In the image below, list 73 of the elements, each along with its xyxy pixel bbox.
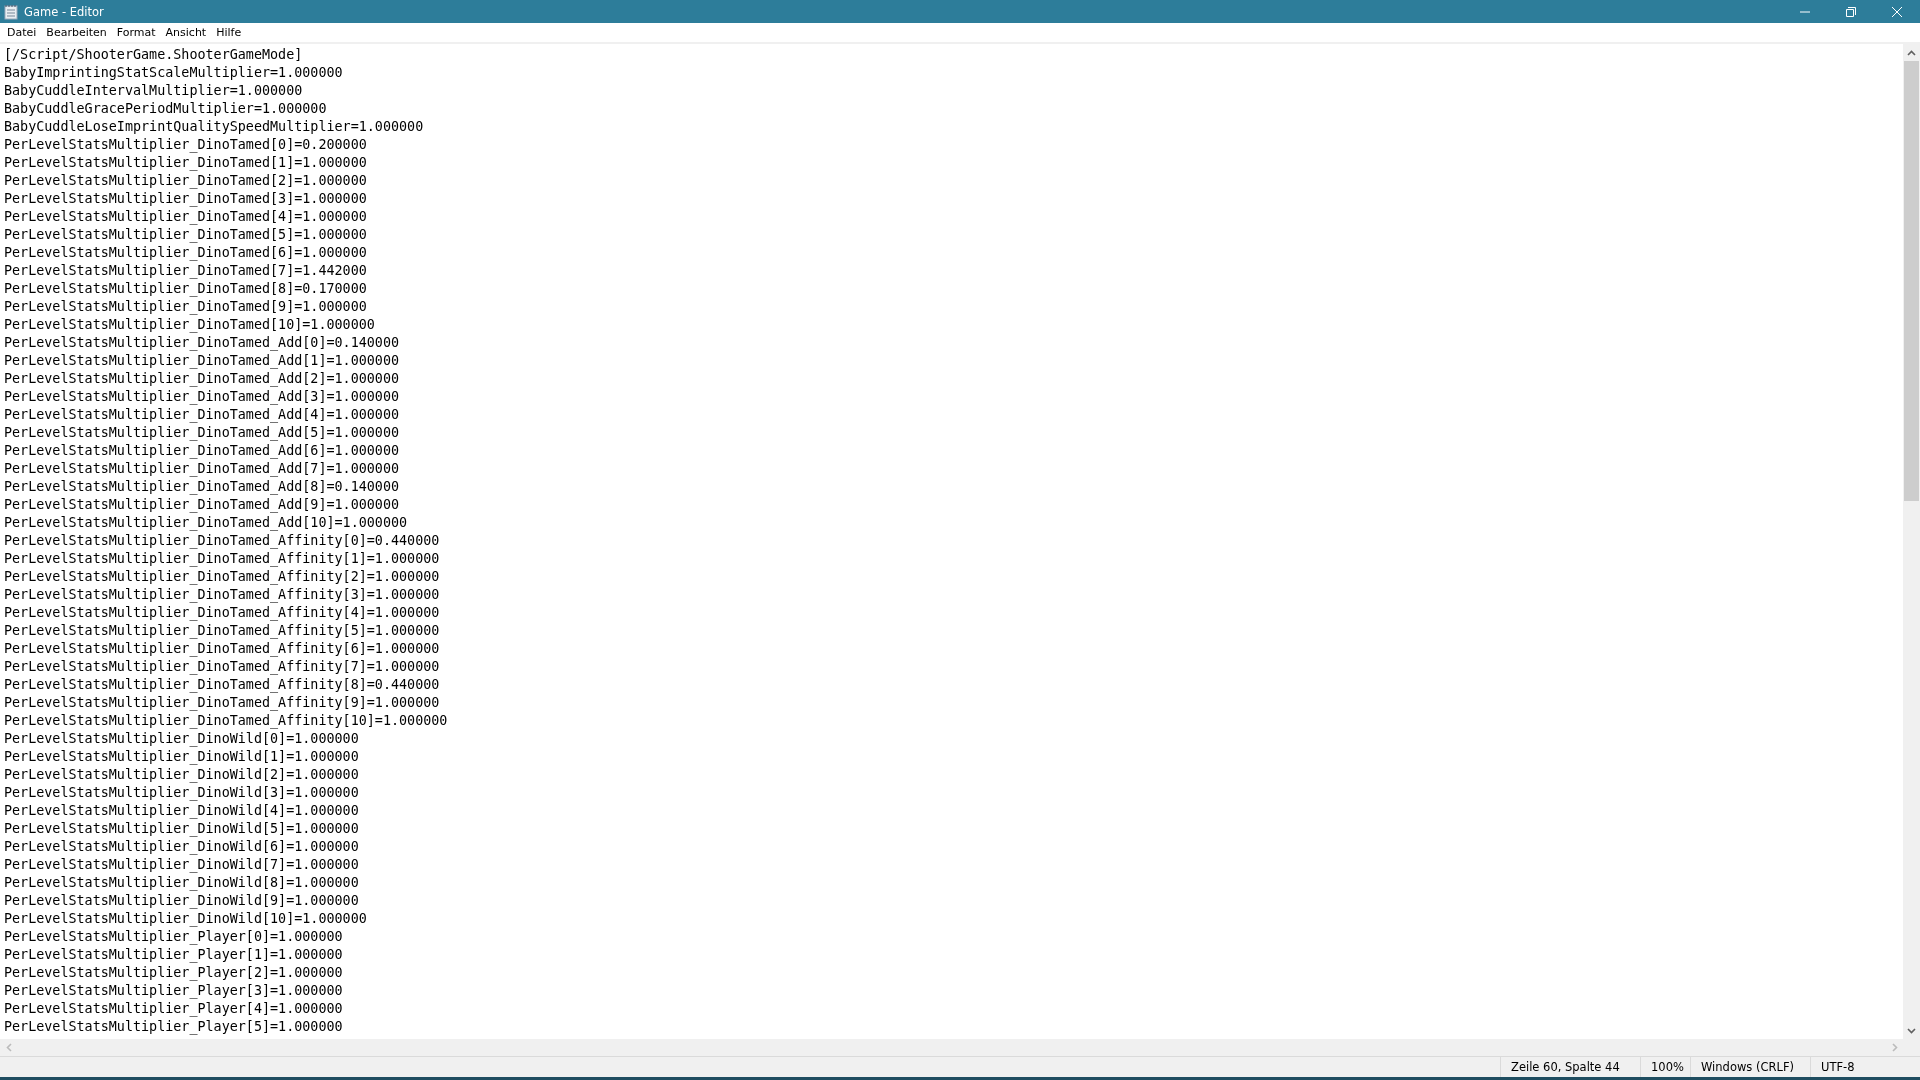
close-icon xyxy=(1892,6,1902,17)
text-line: PerLevelStatsMultiplier_DinoTamed_Affinity[10]=1.000000 xyxy=(4,712,449,730)
text-line: PerLevelStatsMultiplier_DinoTamed_Add[6]=1.000000 xyxy=(4,442,401,460)
text-line: PerLevelStatsMultiplier_DinoTamed[6]=1.000000 xyxy=(4,244,368,262)
menu-item[interactable]: Format xyxy=(111,23,161,42)
text-line: PerLevelStatsMultiplier_DinoTamed_Affinity[4]=1.000000 xyxy=(4,604,441,622)
text-line: PerLevelStatsMultiplier_DinoTamed_Affinity[3]=1.000000 xyxy=(4,586,441,604)
text-line: PerLevelStatsMultiplier_Player[4]=1.000000 xyxy=(4,1000,344,1018)
text-line: PerLevelStatsMultiplier_DinoWild[5]=1.000000 xyxy=(4,820,360,838)
text-line: PerLevelStatsMultiplier_DinoWild[2]=1.000000 xyxy=(4,766,360,784)
text-line: PerLevelStatsMultiplier_DinoTamed_Affinity[7]=1.000000 xyxy=(4,658,441,676)
notepad-icon xyxy=(4,3,18,20)
menu-item[interactable]: Ansicht xyxy=(160,23,212,42)
text-line: BabyImprintingStatScaleMultiplier=1.000000 xyxy=(4,64,344,82)
text-line: PerLevelStatsMultiplier_DinoTamed_Add[7]=1.000000 xyxy=(4,460,401,478)
text-line: PerLevelStatsMultiplier_Player[0]=1.000000 xyxy=(4,928,344,946)
text-line: PerLevelStatsMultiplier_Player[5]=1.000000 xyxy=(4,1018,344,1036)
text-line: PerLevelStatsMultiplier_DinoWild[10]=1.000000 xyxy=(4,910,368,928)
restore-icon xyxy=(1846,6,1856,17)
text-line: PerLevelStatsMultiplier_DinoTamed[8]=0.170000 xyxy=(4,280,368,298)
line-ending: Windows (CRLF) xyxy=(1690,1057,1810,1077)
text-line: PerLevelStatsMultiplier_DinoTamed[2]=1.000000 xyxy=(4,172,368,190)
text-line: PerLevelStatsMultiplier_Player[1]=1.000000 xyxy=(4,946,344,964)
text-line: PerLevelStatsMultiplier_DinoWild[4]=1.000000 xyxy=(4,802,360,820)
text-line: PerLevelStatsMultiplier_DinoTamed_Affinity[8]=0.440000 xyxy=(4,676,441,694)
cursor-position: Zeile 60, Spalte 44 xyxy=(1500,1057,1640,1077)
text-line: PerLevelStatsMultiplier_DinoTamed[9]=1.000000 xyxy=(4,298,368,316)
text-line: PerLevelStatsMultiplier_DinoTamed_Add[10]=1.000000 xyxy=(4,514,409,532)
text-line: PerLevelStatsMultiplier_DinoTamed[10]=1.000000 xyxy=(4,316,376,334)
text-line: PerLevelStatsMultiplier_DinoTamed_Add[8]=0.140000 xyxy=(4,478,401,496)
encoding: UTF-8 xyxy=(1810,1057,1920,1077)
scroll-up-icon[interactable] xyxy=(1907,49,1916,56)
text-line: PerLevelStatsMultiplier_DinoWild[8]=1.000000 xyxy=(4,874,360,892)
text-line: PerLevelStatsMultiplier_DinoTamed_Add[3]=1.000000 xyxy=(4,388,401,406)
scroll-left-icon[interactable] xyxy=(5,1043,12,1052)
text-line: PerLevelStatsMultiplier_DinoTamed_Add[0]=0.140000 xyxy=(4,334,401,352)
text-line: PerLevelStatsMultiplier_DinoWild[9]=1.000000 xyxy=(4,892,360,910)
text-line: PerLevelStatsMultiplier_DinoTamed_Affinity[5]=1.000000 xyxy=(4,622,441,640)
text-line: PerLevelStatsMultiplier_DinoWild[1]=1.000000 xyxy=(4,748,360,766)
scrollbar-thumb[interactable] xyxy=(1904,61,1919,501)
text-line: PerLevelStatsMultiplier_Player[2]=1.000000 xyxy=(4,964,344,982)
text-line: PerLevelStatsMultiplier_DinoTamed[7]=1.442000 xyxy=(4,262,368,280)
text-line: BabyCuddleLoseImprintQualitySpeedMultiplier=1.000000 xyxy=(4,118,425,136)
text-line: PerLevelStatsMultiplier_DinoTamed[0]=0.200000 xyxy=(4,136,368,154)
text-line: BabyCuddleIntervalMultiplier=1.000000 xyxy=(4,82,304,100)
text-line: PerLevelStatsMultiplier_DinoTamed_Add[4]=1.000000 xyxy=(4,406,401,424)
text-line: PerLevelStatsMultiplier_DinoTamed_Add[9]=1.000000 xyxy=(4,496,401,514)
text-line: PerLevelStatsMultiplier_DinoTamed[5]=1.000000 xyxy=(4,226,368,244)
zoom-level: 100% xyxy=(1640,1057,1690,1077)
text-line: PerLevelStatsMultiplier_DinoTamed_Add[5]=1.000000 xyxy=(4,424,401,442)
window-title: Game - Editor xyxy=(24,4,105,19)
text-line: PerLevelStatsMultiplier_DinoTamed[4]=1.000000 xyxy=(4,208,368,226)
text-line: PerLevelStatsMultiplier_DinoWild[0]=1.000000 xyxy=(4,730,360,748)
text-line: PerLevelStatsMultiplier_DinoWild[3]=1.000000 xyxy=(4,784,360,802)
text-line: PerLevelStatsMultiplier_DinoTamed_Affinity[2]=1.000000 xyxy=(4,568,441,586)
text-line: PerLevelStatsMultiplier_Player[3]=1.000000 xyxy=(4,982,344,1000)
text-line: PerLevelStatsMultiplier_DinoTamed_Add[2]=1.000000 xyxy=(4,370,401,388)
menu-item[interactable]: Bearbeiten xyxy=(41,23,112,42)
text-line: PerLevelStatsMultiplier_DinoTamed_Affinity[1]=1.000000 xyxy=(4,550,441,568)
scroll-right-icon[interactable] xyxy=(1891,1043,1898,1052)
text-line: PerLevelStatsMultiplier_DinoTamed_Affinity[9]=1.000000 xyxy=(4,694,441,712)
text-line: [/Script/ShooterGame.ShooterGameMode] xyxy=(4,46,304,64)
text-line: BabyCuddleGracePeriodMultiplier=1.000000 xyxy=(4,100,328,118)
text-line: PerLevelStatsMultiplier_DinoWild[6]=1.000000 xyxy=(4,838,360,856)
text-line: PerLevelStatsMultiplier_DinoTamed_Affinity[0]=0.440000 xyxy=(4,532,441,550)
menu-item[interactable]: Datei xyxy=(2,23,42,42)
text-line: PerLevelStatsMultiplier_DinoWild[7]=1.000000 xyxy=(4,856,360,874)
text-line: PerLevelStatsMultiplier_DinoTamed_Affinity[6]=1.000000 xyxy=(4,640,441,658)
menu-item[interactable]: Hilfe xyxy=(211,23,247,42)
text-line: PerLevelStatsMultiplier_DinoTamed[1]=1.000000 xyxy=(4,154,368,172)
text-line: PerLevelStatsMultiplier_DinoTamed_Add[1]=1.000000 xyxy=(4,352,401,370)
scroll-down-icon[interactable] xyxy=(1907,1027,1916,1034)
text-line: PerLevelStatsMultiplier_DinoTamed[3]=1.000000 xyxy=(4,190,368,208)
